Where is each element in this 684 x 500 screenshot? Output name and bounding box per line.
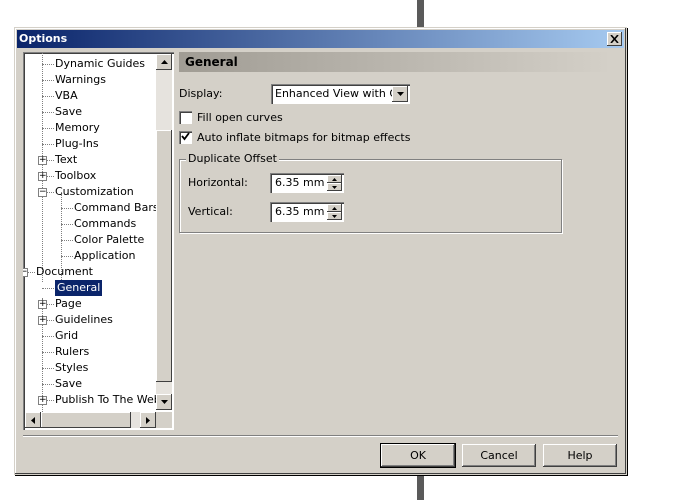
button-separator — [23, 435, 618, 437]
tree-item[interactable]: Save — [55, 376, 82, 392]
tree-item[interactable]: Commands — [74, 216, 136, 232]
horizontal-label: Horizontal: — [188, 176, 248, 189]
background-vertical-bar-top — [417, 0, 424, 27]
scroll-left-button[interactable] — [25, 412, 41, 428]
horizontal-value: 6.35 mm — [275, 176, 325, 189]
tree-item[interactable]: Text — [55, 152, 77, 168]
tree-item[interactable]: Guidelines — [55, 312, 113, 328]
expand-icon[interactable]: + — [38, 316, 47, 325]
horizontal-increment-button[interactable] — [327, 175, 342, 183]
checkmark-icon — [181, 132, 190, 141]
fill-open-curves-checkbox[interactable] — [179, 111, 192, 124]
expand-icon[interactable]: + — [38, 156, 47, 165]
close-button[interactable] — [607, 32, 622, 46]
horizontal-decrement-button[interactable] — [327, 183, 342, 191]
tree-connector — [42, 384, 54, 385]
collapse-icon[interactable]: − — [23, 268, 28, 277]
options-dialog: Options Publish To The Web Save Styles Rule… — [14, 27, 627, 475]
tree-item[interactable]: Save — [55, 104, 82, 120]
tree-item[interactable]: Rulers — [55, 344, 89, 360]
tree-item[interactable]: Publish To The Web — [55, 392, 161, 408]
expand-icon[interactable]: + — [38, 172, 47, 181]
tree-item[interactable]: Styles — [55, 360, 88, 376]
scroll-right-button[interactable] — [140, 412, 156, 428]
tree-item[interactable]: Command Bars — [74, 200, 159, 216]
tree-connector — [61, 256, 73, 257]
window-title: Options — [19, 32, 68, 45]
tree-connector — [42, 352, 54, 353]
vertical-decrement-button[interactable] — [327, 212, 342, 220]
tree-connector — [42, 144, 54, 145]
tree-item[interactable]: VBA — [55, 88, 78, 104]
tree-item[interactable]: Plug-Ins — [55, 136, 99, 152]
fill-open-curves-label: Fill open curves — [197, 111, 283, 124]
arrow-down-icon — [160, 400, 168, 404]
tree-item[interactable]: Dynamic Guides — [55, 56, 145, 72]
scroll-corner — [156, 412, 172, 428]
tree-item[interactable]: Page — [55, 296, 82, 312]
tree-connector — [61, 224, 73, 225]
expand-icon[interactable]: + — [38, 300, 47, 309]
arrow-right-icon — [146, 416, 150, 424]
tree-connector — [42, 128, 54, 129]
tree-item[interactable]: Toolbox — [55, 168, 96, 184]
tree-connector — [61, 240, 73, 241]
vertical-value: 6.35 mm — [275, 205, 325, 218]
hscroll-thumb[interactable] — [41, 412, 131, 428]
title-bar[interactable]: Options — [17, 30, 624, 48]
tree-connector — [61, 208, 73, 209]
vertical-spinner[interactable]: 6.35 mm — [270, 202, 344, 222]
scroll-up-button[interactable] — [156, 54, 172, 70]
arrow-up-icon — [332, 177, 337, 181]
chevron-down-icon — [396, 92, 404, 96]
arrow-left-icon — [31, 416, 35, 424]
expand-icon[interactable]: + — [38, 396, 47, 405]
scroll-thumb[interactable] — [156, 130, 172, 382]
tree-connector — [42, 368, 54, 369]
dropdown-button[interactable] — [392, 86, 408, 102]
tree-connector — [42, 288, 54, 289]
tree-item[interactable]: Application — [74, 248, 135, 264]
auto-inflate-checkbox[interactable] — [179, 131, 192, 144]
tree-item[interactable]: General — [55, 280, 103, 296]
tree-item[interactable]: Grid — [55, 328, 78, 344]
display-dropdown-value: Enhanced View with O... — [275, 87, 409, 100]
panel-header: General — [179, 52, 612, 72]
display-dropdown[interactable]: Enhanced View with O... — [271, 84, 410, 104]
duplicate-offset-group: Duplicate Offset Horizontal: 6.35 mm Ver… — [179, 152, 562, 233]
arrow-down-icon — [332, 185, 337, 189]
tree-connector — [42, 336, 54, 337]
tree-item[interactable]: Document — [36, 264, 93, 280]
vertical-increment-button[interactable] — [327, 204, 342, 212]
vertical-label: Vertical: — [188, 205, 233, 218]
arrow-down-icon — [332, 214, 337, 218]
arrow-up-icon — [160, 60, 168, 64]
tree-item[interactable]: Color Palette — [74, 232, 144, 248]
tree-connector — [42, 112, 54, 113]
tree-connector — [42, 96, 54, 97]
collapse-icon[interactable]: − — [38, 188, 47, 197]
tree-vertical-scrollbar[interactable] — [156, 54, 172, 410]
close-icon — [610, 35, 619, 43]
tree-connector — [42, 64, 54, 65]
cancel-button[interactable]: Cancel — [462, 444, 536, 467]
options-tree[interactable]: Publish To The Web Save Styles Rulers Grid Gu… — [23, 52, 174, 430]
arrow-up-icon — [332, 206, 337, 210]
help-button[interactable]: Help — [543, 444, 617, 467]
horizontal-spinner[interactable]: 6.35 mm — [270, 173, 344, 193]
scroll-down-button[interactable] — [156, 394, 172, 410]
tree-item[interactable]: Memory — [55, 120, 100, 136]
tree-guide-line — [42, 52, 43, 282]
tree-horizontal-scrollbar[interactable] — [25, 412, 156, 428]
background-vertical-bar-bottom — [417, 475, 424, 500]
tree-item[interactable]: Customization — [55, 184, 134, 200]
display-label: Display: — [179, 87, 223, 100]
tree-item[interactable]: Warnings — [55, 72, 106, 88]
ok-button[interactable]: OK — [380, 443, 456, 468]
auto-inflate-label: Auto inflate bitmaps for bitmap effects — [197, 131, 411, 144]
duplicate-offset-title: Duplicate Offset — [186, 152, 279, 165]
tree-connector — [42, 80, 54, 81]
